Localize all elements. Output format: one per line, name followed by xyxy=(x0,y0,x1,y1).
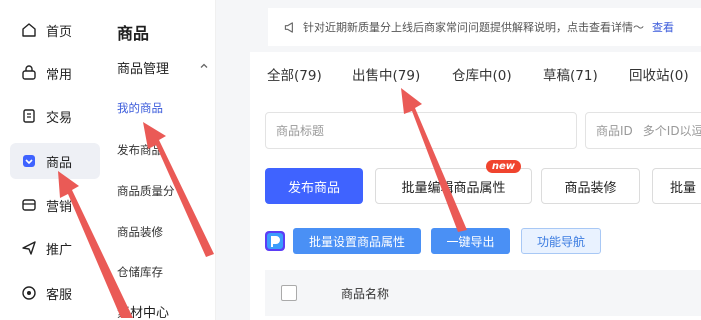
nav-item-marketing[interactable]: 营销 xyxy=(10,187,100,223)
home-icon xyxy=(20,21,38,39)
tab-on-sale[interactable]: 出售中(79) xyxy=(352,64,452,90)
title-search-input[interactable]: 商品标题 xyxy=(265,112,577,149)
id-label: 商品ID xyxy=(596,124,633,138)
headset-icon xyxy=(20,284,38,302)
notice-link[interactable]: 查看 xyxy=(652,19,674,35)
one-click-export-button[interactable]: 一键导出 xyxy=(431,228,510,254)
megaphone-icon xyxy=(284,21,293,33)
column-product-name: 商品名称 xyxy=(341,286,390,301)
tab-all[interactable]: 全部(79) xyxy=(267,64,352,90)
main-area: 针对近期新质量分上线后商家常问问题提供解释说明，点击查看详情～ 查看 全部(79… xyxy=(216,0,701,320)
plugin-app-icon[interactable] xyxy=(264,230,286,252)
select-all-checkbox[interactable] xyxy=(281,285,297,301)
product-decoration-button[interactable]: 商品装修 xyxy=(541,168,640,204)
tab-recycle-bin[interactable]: 回收站(0) xyxy=(629,64,701,90)
product-panel: 全部(79) 出售中(79) 仓库中(0) 草稿(71) 回收站(0) 商品标题… xyxy=(250,52,701,320)
tab-warehouse[interactable]: 仓库中(0) xyxy=(452,64,543,90)
nav-item-product[interactable]: 商品 xyxy=(10,143,100,179)
publish-product-button[interactable]: 发布商品 xyxy=(265,168,363,204)
nav-item-home[interactable]: 首页 xyxy=(10,12,100,48)
nav-label: 交易 xyxy=(46,110,73,126)
table-header: 商品名称 xyxy=(265,270,701,316)
sub-item-inventory[interactable]: 仓储库存 xyxy=(117,264,163,280)
bulk-set-attributes-button[interactable]: 批量设置商品属性 xyxy=(293,228,421,254)
sub-menu-group[interactable]: 商品管理 xyxy=(117,58,209,77)
nav-label: 推广 xyxy=(46,242,73,258)
document-icon xyxy=(20,107,38,125)
bulk-more-button[interactable]: 批量 xyxy=(652,168,701,204)
product-icon xyxy=(20,152,38,170)
sub-item-my-products[interactable]: 我的商品 xyxy=(117,100,163,116)
send-icon xyxy=(20,239,38,257)
tab-draft[interactable]: 草稿(71) xyxy=(543,64,629,90)
id-placeholder: 多个ID以逗 xyxy=(642,124,701,138)
status-tabs: 全部(79) 出售中(79) 仓库中(0) 草稿(71) 回收站(0) xyxy=(267,64,701,90)
nav-label: 商品 xyxy=(46,155,73,171)
sub-item-publish[interactable]: 发布商品 xyxy=(117,142,163,158)
sub-group-label: 商品管理 xyxy=(117,62,170,77)
notice-bar: 针对近期新质量分上线后商家常问问题提供解释说明，点击查看详情～ 查看 xyxy=(268,8,701,46)
sub-item-material-center[interactable]: 素材中心 xyxy=(117,302,169,320)
notice-text: 针对近期新质量分上线后商家常问问题提供解释说明，点击查看详情～ xyxy=(303,21,644,34)
sub-menu: 商品 商品管理 我的商品 发布商品 商品质量分 商品装修 仓储库存 素材中心 xyxy=(103,0,215,320)
nav-item-service[interactable]: 客服 xyxy=(10,275,100,311)
id-search-input[interactable]: 商品ID 多个ID以逗 xyxy=(585,112,701,149)
sub-item-quality-score[interactable]: 商品质量分 xyxy=(117,183,175,199)
sub-menu-title: 商品 xyxy=(117,24,150,43)
chevron-up-icon xyxy=(199,60,209,75)
nav-label: 营销 xyxy=(46,199,73,215)
sub-item-decoration[interactable]: 商品装修 xyxy=(117,224,163,240)
nav-item-promote[interactable]: 推广 xyxy=(10,230,100,266)
bulk-edit-label: 批量编辑商品属性 xyxy=(401,180,506,196)
nav-label: 客服 xyxy=(46,287,73,303)
megaphone-icon xyxy=(20,196,38,214)
nav-label: 首页 xyxy=(46,24,73,40)
bag-icon xyxy=(20,64,38,82)
nav-label: 常用 xyxy=(46,67,73,83)
left-nav: 首页 常用 交易 商品 营销 推广 客服 xyxy=(0,0,103,320)
feature-guide-button[interactable]: 功能导航 xyxy=(521,228,601,254)
new-badge: new xyxy=(485,160,521,173)
bulk-edit-attributes-button[interactable]: 批量编辑商品属性 new xyxy=(375,160,532,204)
nav-item-trade[interactable]: 交易 xyxy=(10,98,100,134)
nav-item-frequent[interactable]: 常用 xyxy=(10,55,100,91)
